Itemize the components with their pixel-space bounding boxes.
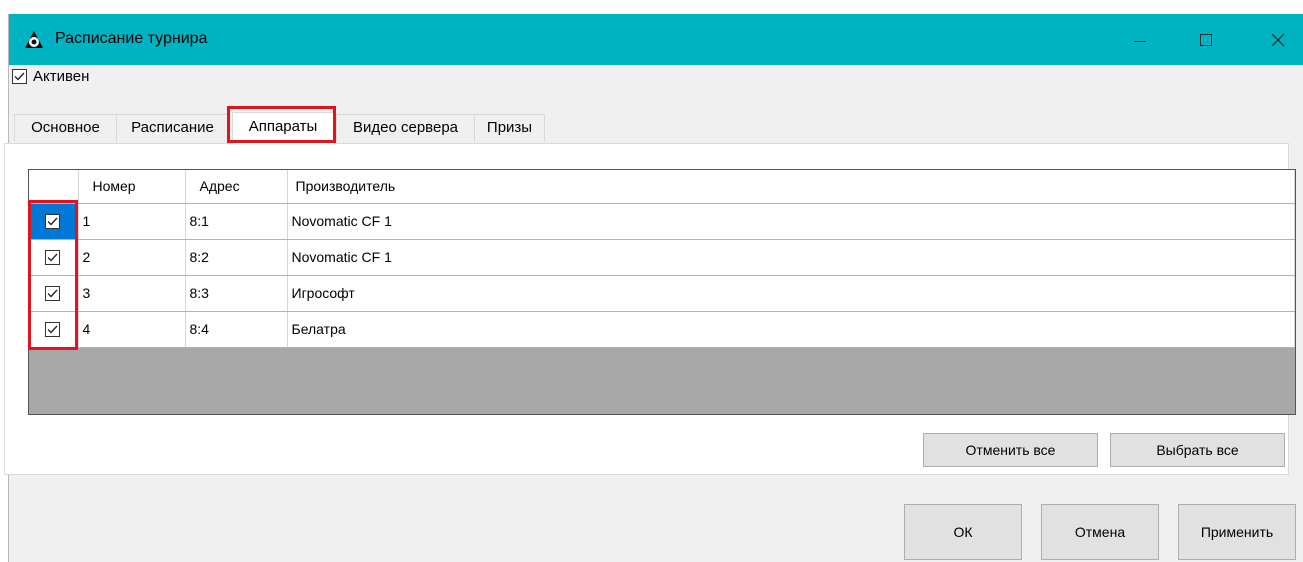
grid-header-row: Номер Адрес Производитель	[29, 170, 1295, 204]
cell-manufacturer[interactable]: Белатра	[287, 311, 1295, 348]
row-checkbox[interactable]	[45, 286, 61, 301]
cell-number[interactable]: 1	[78, 203, 186, 240]
cell-number[interactable]: 2	[78, 239, 186, 276]
tab-machines[interactable]: Аппараты	[232, 112, 334, 144]
deselect-all-button[interactable]: Отменить все	[923, 433, 1098, 467]
cell-address[interactable]: 8:1	[185, 203, 288, 240]
close-button[interactable]	[1255, 14, 1301, 65]
row-checkbox[interactable]	[45, 322, 61, 337]
row-checkbox[interactable]	[45, 214, 61, 229]
active-checkbox[interactable]	[12, 69, 27, 84]
minimize-button[interactable]	[1117, 14, 1163, 65]
tab-main[interactable]: Основное	[14, 114, 117, 142]
cell-address[interactable]: 8:3	[185, 275, 288, 312]
cell-address[interactable]: 8:4	[185, 311, 288, 348]
active-label: Активен	[33, 68, 90, 85]
table-row[interactable]: 2 8:2 Novomatic CF 1	[29, 239, 1295, 276]
tab-video-servers[interactable]: Видео сервера	[336, 114, 475, 142]
header-manufacturer[interactable]: Производитель	[287, 170, 1295, 204]
tab-prizes[interactable]: Призы	[474, 114, 545, 142]
apply-button[interactable]: Применить	[1178, 504, 1296, 560]
row-checkbox-cell[interactable]	[29, 239, 79, 276]
row-checkbox-cell[interactable]	[29, 311, 79, 348]
header-number[interactable]: Номер	[78, 170, 186, 204]
close-icon	[1271, 33, 1285, 46]
tab-schedule[interactable]: Расписание	[116, 114, 229, 142]
cell-manufacturer[interactable]: Novomatic CF 1	[287, 203, 1295, 240]
window-title: Расписание турнира	[55, 30, 208, 47]
cell-manufacturer[interactable]: Игрософт	[287, 275, 1295, 312]
row-checkbox[interactable]	[45, 250, 61, 265]
select-all-button[interactable]: Выбрать все	[1110, 433, 1285, 467]
poker-chip-icon	[24, 30, 44, 50]
cell-number[interactable]: 3	[78, 275, 186, 312]
maximize-icon	[1200, 33, 1212, 46]
checkmark-icon	[47, 253, 58, 262]
cell-number[interactable]: 4	[78, 311, 186, 348]
cell-manufacturer[interactable]: Novomatic CF 1	[287, 239, 1295, 276]
checkmark-icon	[47, 217, 58, 226]
checkmark-icon	[47, 289, 58, 298]
cancel-button[interactable]: Отмена	[1041, 504, 1159, 560]
minimize-icon	[1134, 41, 1146, 42]
machines-grid: Номер Адрес Производитель 1 8:1 Novomati…	[28, 169, 1296, 415]
row-checkbox-cell[interactable]	[29, 275, 79, 312]
checkmark-icon	[47, 325, 58, 334]
cell-address[interactable]: 8:2	[185, 239, 288, 276]
title-bar[interactable]: Расписание турнира	[9, 14, 1303, 65]
row-checkbox-cell[interactable]	[29, 203, 79, 240]
ok-button[interactable]: ОК	[904, 504, 1022, 560]
maximize-button[interactable]	[1183, 14, 1229, 65]
header-address[interactable]: Адрес	[185, 170, 288, 204]
table-row[interactable]: 1 8:1 Novomatic CF 1	[29, 203, 1295, 240]
header-select[interactable]	[29, 170, 79, 204]
checkmark-icon	[14, 72, 25, 81]
table-row[interactable]: 4 8:4 Белатра	[29, 311, 1295, 348]
table-row[interactable]: 3 8:3 Игрософт	[29, 275, 1295, 312]
active-checkbox-row[interactable]: Активен	[12, 68, 89, 85]
